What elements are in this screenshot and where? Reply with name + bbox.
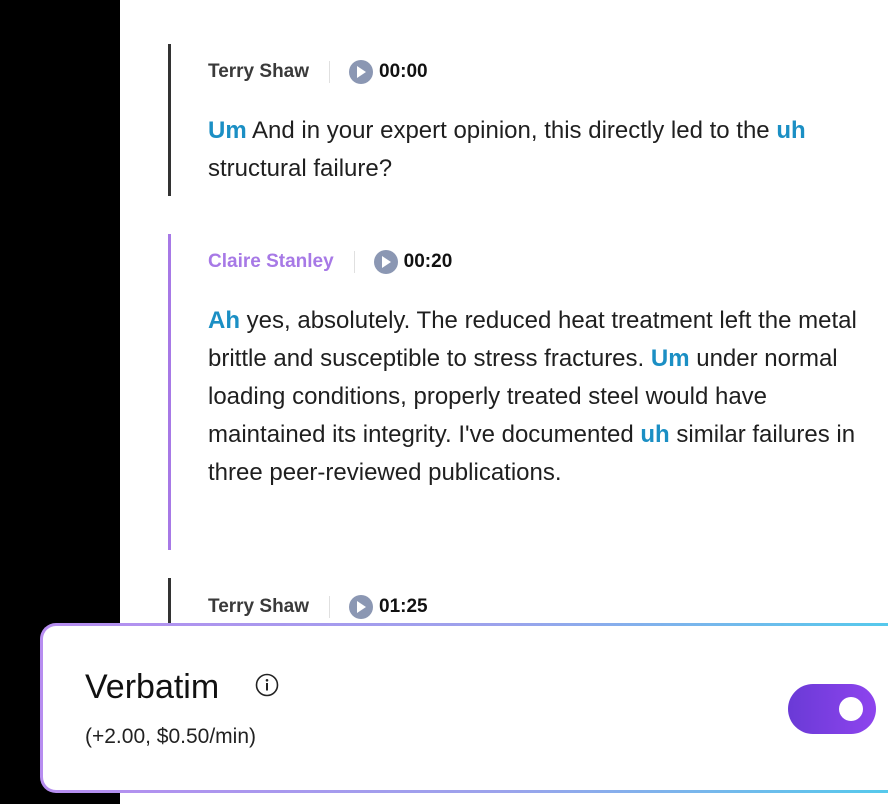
entry-meta: Terry Shaw 01:25: [208, 593, 888, 621]
transcript-entry: Claire Stanley 00:20 Ah yes, absolutely.…: [168, 234, 888, 550]
speaker-name: Claire Stanley: [208, 251, 334, 272]
entry-meta: Claire Stanley 00:20: [208, 248, 888, 276]
info-circle-icon[interactable]: [255, 673, 279, 697]
timestamp[interactable]: 00:20: [404, 251, 453, 273]
divider: [353, 251, 355, 273]
toggle-knob: [839, 697, 863, 721]
play-icon[interactable]: [349, 595, 374, 619]
speaker-name: Terry Shaw: [208, 596, 310, 617]
text-segment: structural failure?: [208, 155, 393, 182]
entry-meta: Terry Shaw 00:00: [208, 58, 888, 86]
filler-word: Ah: [208, 307, 240, 334]
divider: [329, 596, 331, 618]
filler-word: Um: [208, 117, 247, 144]
verbatim-toggle[interactable]: [788, 684, 876, 734]
verbatim-option-card: Verbatim (+2.00, $0.50/min): [40, 623, 888, 793]
speaker-name: Terry Shaw: [208, 61, 310, 82]
option-title: Verbatim: [85, 668, 220, 706]
play-icon[interactable]: [373, 250, 398, 274]
text-segment: And in your expert opinion, this directl…: [246, 117, 777, 144]
timestamp[interactable]: 01:25: [379, 596, 428, 618]
divider: [329, 61, 331, 83]
utterance-text: Um And in your expert opinion, this dire…: [208, 112, 848, 188]
card-body: Verbatim (+2.00, $0.50/min): [43, 626, 888, 790]
filler-word: uh: [640, 421, 670, 448]
option-price: (+2.00, $0.50/min): [85, 725, 257, 748]
filler-word: uh: [776, 117, 806, 144]
filler-word: Um: [650, 345, 690, 372]
timestamp[interactable]: 00:00: [379, 61, 428, 83]
transcript-entry: Terry Shaw 00:00 Um And in your expert o…: [168, 44, 888, 196]
utterance-text: Ah yes, absolutely. The reduced heat tre…: [208, 302, 868, 492]
play-icon[interactable]: [349, 60, 374, 84]
